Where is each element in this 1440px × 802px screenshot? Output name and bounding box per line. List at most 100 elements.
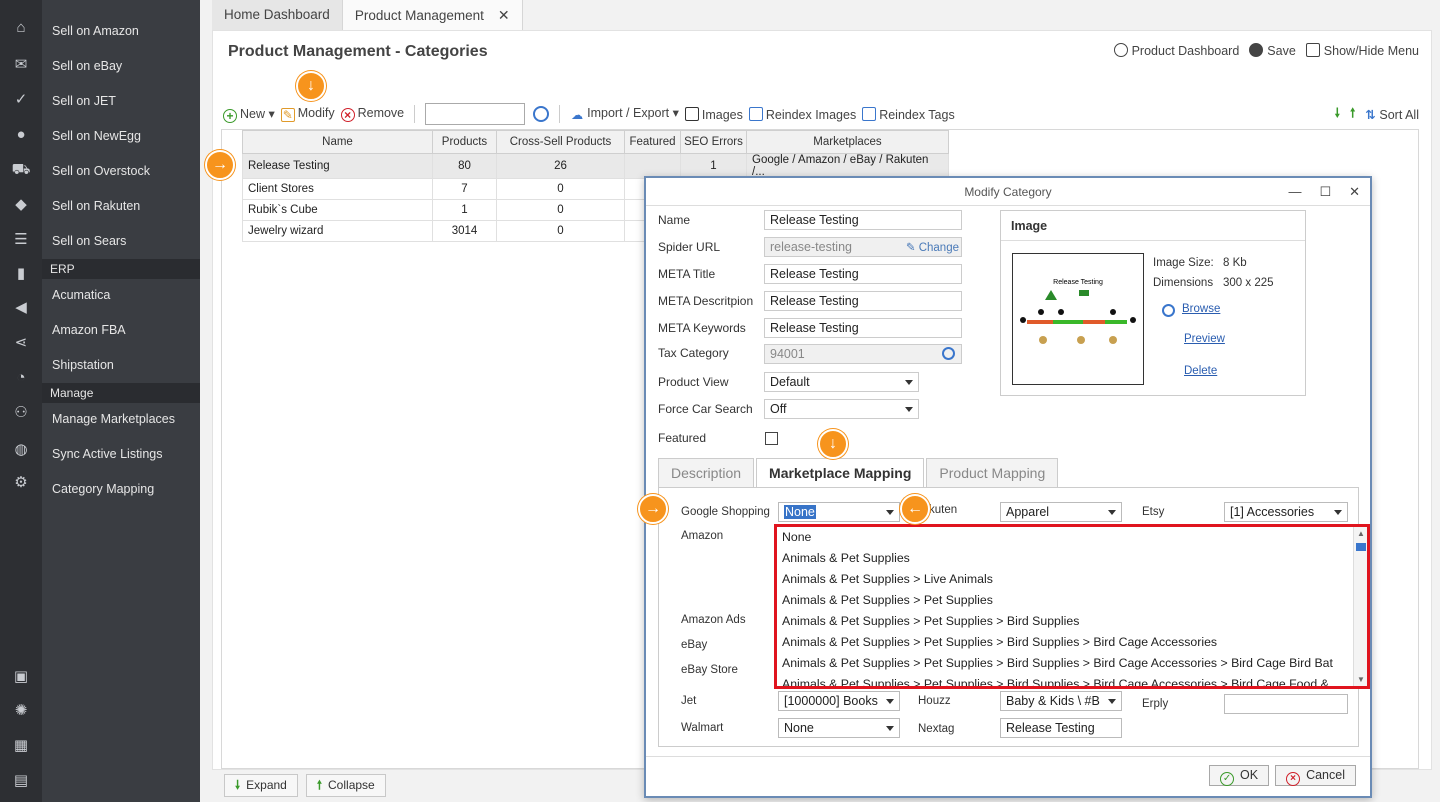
sidebar-item-sears[interactable]: Sell on Sears	[42, 224, 200, 259]
sidebar-item-overstock[interactable]: Sell on Overstock	[42, 154, 200, 189]
tab-description[interactable]: Description	[658, 458, 755, 487]
force-car-search-select[interactable]: Off	[764, 399, 919, 419]
meta-title-field[interactable]: Release Testing	[764, 264, 962, 284]
delete-link[interactable]: Delete	[1184, 365, 1217, 377]
column-header[interactable]: Featured	[624, 130, 681, 154]
change-button[interactable]: ✎ Change	[906, 239, 959, 255]
home-icon[interactable]: ⌂	[11, 18, 31, 38]
dropdown-option[interactable]: None	[777, 527, 1367, 548]
column-header[interactable]: SEO Errors	[680, 130, 747, 154]
dropdown-option[interactable]: Animals & Pet Supplies > Pet Supplies > …	[777, 674, 1367, 686]
meta-description-field[interactable]: Release Testing	[764, 291, 962, 311]
megaphone-icon[interactable]: ◀	[11, 298, 31, 318]
sliders-icon[interactable]: ☰	[11, 230, 31, 250]
search-input[interactable]	[425, 103, 526, 125]
gear-search-icon[interactable]: ⚙	[11, 473, 31, 493]
close-icon[interactable]: ✕	[498, 7, 510, 23]
sidebar-item-acumatica[interactable]: Acumatica	[42, 278, 200, 313]
preview-link[interactable]: Preview	[1184, 333, 1225, 345]
column-header[interactable]: Name	[242, 130, 433, 154]
sidebar-item-amazon-fba[interactable]: Amazon FBA	[42, 313, 200, 348]
column-header[interactable]: Cross-Sell Products	[496, 130, 625, 154]
browse-link[interactable]: Browse	[1182, 303, 1220, 315]
layout-icon[interactable]: ▣	[11, 667, 31, 687]
move-up-icon[interactable]: 🠕	[1350, 104, 1355, 125]
sidebar-item-newegg[interactable]: Sell on NewEgg	[42, 119, 200, 154]
tag-icon[interactable]: ◆	[11, 195, 31, 215]
bar-chart-icon[interactable]: ▮	[11, 264, 31, 284]
scrollbar-thumb[interactable]	[1356, 543, 1366, 551]
column-header[interactable]: Products	[432, 130, 497, 154]
sidebar-item-sync-active-listings[interactable]: Sync Active Listings	[42, 437, 200, 472]
walmart-select[interactable]: None	[778, 718, 900, 738]
google-shopping-select[interactable]: None	[778, 502, 900, 522]
save-button[interactable]: Save	[1249, 43, 1296, 58]
remove-button[interactable]: × Remove	[340, 106, 404, 122]
import-export-button[interactable]: ☁ Import / Export ▾	[570, 105, 679, 123]
globe-icon[interactable]: ◍	[11, 440, 31, 460]
sidebar-item-jet[interactable]: Sell on JET	[42, 84, 200, 119]
maximize-icon[interactable]: ☐	[1319, 184, 1331, 200]
sort-all-button[interactable]: ⇅ Sort All	[1365, 107, 1419, 122]
scroll-down-icon[interactable]: ▼	[1357, 675, 1365, 684]
column-header[interactable]: Marketplaces	[746, 130, 949, 154]
featured-checkbox[interactable]	[765, 432, 778, 445]
dropdown-scrollbar[interactable]: ▲ ▼	[1353, 527, 1367, 686]
scroll-up-icon[interactable]: ▲	[1357, 529, 1365, 538]
sidebar-item-ebay[interactable]: Sell on eBay	[42, 49, 200, 84]
group-icon[interactable]: ⚇	[11, 403, 31, 423]
name-field[interactable]: Release Testing	[764, 210, 962, 230]
erply-input[interactable]	[1224, 694, 1348, 714]
reindex-tags-button[interactable]: Reindex Tags	[862, 106, 955, 122]
sidebar-item-shipstation[interactable]: Shipstation	[42, 348, 200, 383]
pie-chart-icon[interactable]: ◔	[11, 368, 31, 388]
meta-keywords-field[interactable]: Release Testing	[764, 318, 962, 338]
cart-icon[interactable]: ⛟	[11, 160, 31, 180]
tab-product-mapping[interactable]: Product Mapping	[926, 458, 1059, 487]
show-hide-menu-button[interactable]: Show/Hide Menu	[1305, 43, 1419, 58]
product-view-select[interactable]: Default	[764, 372, 919, 392]
table-row[interactable]: Release Testing 80 26 1 Google / Amazon …	[242, 153, 949, 179]
share-icon[interactable]: ⋖	[11, 333, 31, 353]
houzz-select[interactable]: Baby & Kids \ #B	[1000, 691, 1122, 711]
tab-product-management[interactable]: Product Management ✕	[342, 0, 523, 30]
modify-button[interactable]: ✎ Modify	[280, 106, 335, 122]
tax-category-field[interactable]: 94001	[764, 344, 962, 364]
dropdown-option[interactable]: Animals & Pet Supplies > Pet Supplies > …	[777, 653, 1367, 674]
calendar-icon[interactable]: ▤	[11, 771, 31, 791]
dropdown-option[interactable]: Animals & Pet Supplies > Pet Supplies	[777, 590, 1367, 611]
sidebar-item-amazon[interactable]: Sell on Amazon	[42, 14, 200, 49]
ok-button[interactable]: ✓ OK	[1209, 765, 1270, 786]
dropdown-option[interactable]: Animals & Pet Supplies > Pet Supplies > …	[777, 611, 1367, 632]
dashboard-icon[interactable]: ▦	[11, 736, 31, 756]
reindex-images-button[interactable]: Reindex Images	[748, 106, 856, 122]
user-icon[interactable]: ●	[11, 125, 31, 145]
dropdown-option[interactable]: Animals & Pet Supplies > Live Animals	[777, 569, 1367, 590]
spider-url-field[interactable]: release-testing ✎ Change	[764, 237, 962, 257]
etsy-select[interactable]: [1] Accessories	[1224, 502, 1348, 522]
mail-icon[interactable]: ✉	[11, 55, 31, 75]
close-icon[interactable]: ✕	[1349, 184, 1360, 200]
images-button[interactable]: Images	[684, 106, 743, 122]
check-list-icon[interactable]: ✓	[11, 90, 31, 110]
collapse-button[interactable]: 🠕 Collapse	[305, 774, 386, 797]
search-icon[interactable]	[533, 106, 550, 122]
tab-marketplace-mapping[interactable]: Marketplace Mapping	[756, 458, 925, 488]
sidebar-item-rakuten[interactable]: Sell on Rakuten	[42, 189, 200, 224]
product-dashboard-button[interactable]: Product Dashboard	[1113, 43, 1239, 58]
move-down-icon[interactable]: 🠗	[1335, 104, 1340, 125]
sidebar-item-category-mapping[interactable]: Category Mapping	[42, 472, 200, 507]
dropdown-option[interactable]: Animals & Pet Supplies > Pet Supplies > …	[777, 632, 1367, 653]
minimize-icon[interactable]: —	[1288, 184, 1301, 200]
rakuten-select[interactable]: Apparel	[1000, 502, 1122, 522]
new-button[interactable]: + New ▾	[223, 106, 275, 123]
lightbulb-icon[interactable]: ✺	[11, 701, 31, 721]
search-icon[interactable]	[942, 347, 955, 360]
nextag-input[interactable]: Release Testing	[1000, 718, 1122, 738]
dropdown-option[interactable]: Animals & Pet Supplies	[777, 548, 1367, 569]
tab-home-dashboard[interactable]: Home Dashboard	[212, 0, 343, 30]
sidebar-item-manage-marketplaces[interactable]: Manage Marketplaces	[42, 402, 200, 437]
cancel-button[interactable]: × Cancel	[1275, 765, 1356, 786]
expand-button[interactable]: 🠗 Expand	[224, 774, 298, 797]
jet-select[interactable]: [1000000] Books	[778, 691, 900, 711]
